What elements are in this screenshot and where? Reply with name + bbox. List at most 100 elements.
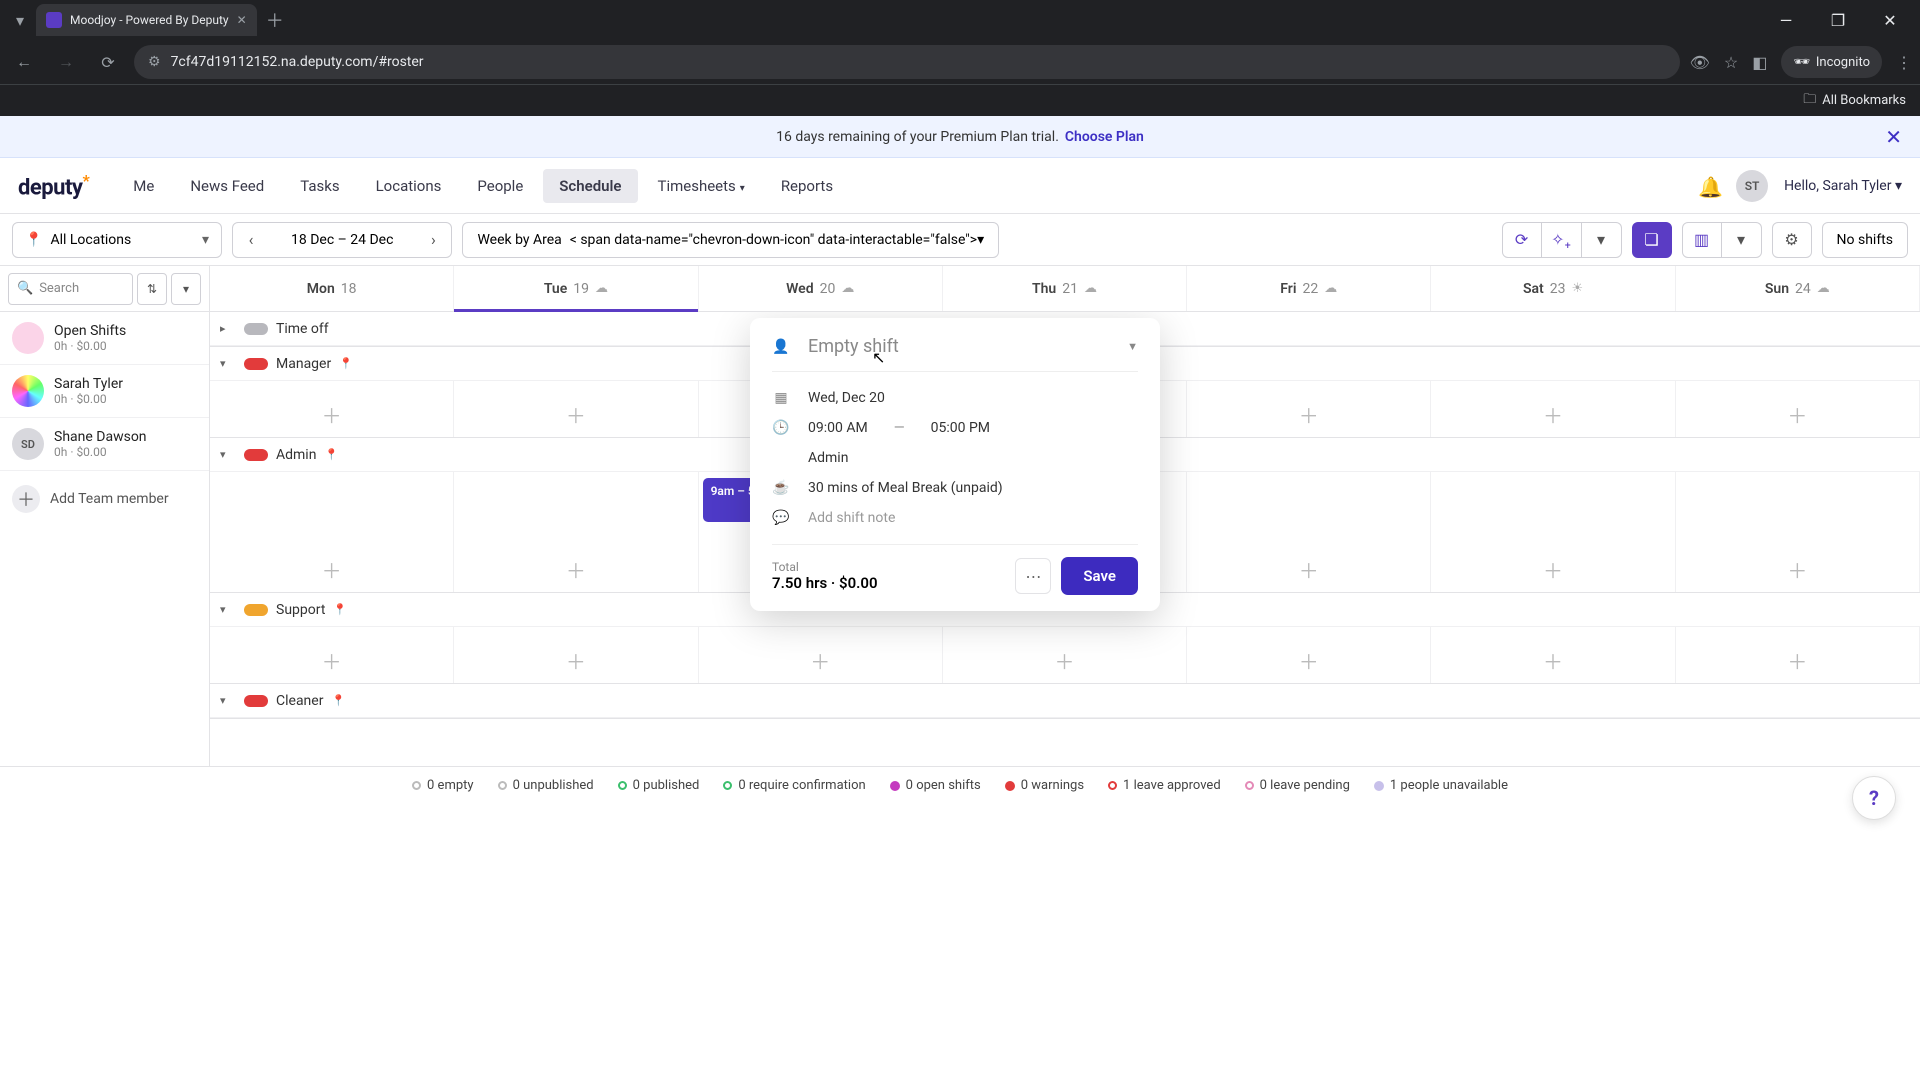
team-member-row[interactable]: Sarah Tyler0h · $0.00 bbox=[0, 365, 209, 418]
save-button[interactable]: Save bbox=[1061, 557, 1138, 595]
all-bookmarks-link[interactable]: 🗀 All Bookmarks bbox=[1803, 90, 1906, 112]
chevron-right-icon[interactable]: ▸ bbox=[220, 322, 236, 335]
shift-note-input[interactable]: Add shift note bbox=[808, 510, 1138, 526]
window-close-button[interactable]: ✕ bbox=[1868, 4, 1912, 36]
new-tab-button[interactable]: ＋ bbox=[261, 7, 289, 33]
date-range-label[interactable]: 18 Dec – 24 Dec bbox=[269, 232, 415, 248]
status-indicator[interactable]: 0 require confirmation bbox=[723, 778, 865, 793]
close-tab-icon[interactable]: ✕ bbox=[237, 13, 247, 27]
add-shift-button[interactable]: ＋ bbox=[1435, 642, 1670, 679]
add-shift-button[interactable]: ＋ bbox=[947, 642, 1182, 679]
shift-date-field[interactable]: Wed, Dec 20 bbox=[808, 390, 885, 406]
status-indicator[interactable]: 0 unpublished bbox=[498, 778, 594, 793]
schedule-cell[interactable]: ＋ bbox=[210, 627, 454, 683]
schedule-cell[interactable]: ＋ bbox=[1431, 627, 1675, 683]
schedule-cell[interactable]: ＋ bbox=[1676, 627, 1920, 683]
day-header-cell[interactable]: Mon18 bbox=[210, 266, 454, 311]
schedule-cell[interactable]: ＋ bbox=[454, 472, 698, 592]
chevron-down-icon[interactable]: ▾ bbox=[220, 448, 236, 461]
nav-item-reports[interactable]: Reports bbox=[765, 169, 849, 203]
chevron-down-icon[interactable]: ▾ bbox=[220, 694, 236, 707]
add-shift-button[interactable]: ＋ bbox=[214, 396, 449, 433]
publish-button[interactable]: No shifts bbox=[1822, 222, 1908, 258]
schedule-cell[interactable]: ＋ bbox=[454, 381, 698, 437]
tools-dropdown[interactable]: ▾ bbox=[1582, 222, 1622, 258]
window-minimize-button[interactable]: — bbox=[1764, 4, 1808, 36]
area-header[interactable]: ▾Cleaner📍 bbox=[210, 684, 1920, 718]
shift-end-time-field[interactable]: 05:00 PM bbox=[931, 420, 990, 436]
view-mode-selector[interactable]: Week by Area < span data-name="chevron-d… bbox=[462, 222, 999, 258]
day-header-cell[interactable]: Tue19☁ bbox=[454, 266, 698, 311]
stats-dropdown[interactable]: ▾ bbox=[1722, 222, 1762, 258]
next-week-button[interactable]: › bbox=[415, 222, 451, 258]
browser-menu-icon[interactable]: ⋮ bbox=[1896, 53, 1912, 72]
site-settings-icon[interactable]: ⚙ bbox=[148, 54, 161, 70]
status-indicator[interactable]: 0 open shifts bbox=[890, 778, 981, 793]
status-indicator[interactable]: 1 leave approved bbox=[1108, 778, 1221, 793]
tab-list-dropdown[interactable]: ▾ bbox=[8, 8, 32, 32]
add-shift-button[interactable]: ＋ bbox=[1680, 642, 1915, 679]
add-shift-button[interactable]: ＋ bbox=[1680, 551, 1915, 588]
schedule-cell[interactable]: ＋ bbox=[1676, 472, 1920, 592]
nav-item-locations[interactable]: Locations bbox=[360, 169, 458, 203]
add-shift-button[interactable]: ＋ bbox=[214, 642, 449, 679]
status-indicator[interactable]: 1 people unavailable bbox=[1374, 778, 1508, 793]
banner-close-icon[interactable]: ✕ bbox=[1885, 125, 1902, 149]
schedule-cell[interactable]: ＋ bbox=[699, 627, 943, 683]
shift-role-field[interactable]: Admin bbox=[808, 450, 848, 466]
user-greeting-dropdown[interactable]: Hello, Sarah Tyler ▾ bbox=[1784, 178, 1902, 194]
address-bar[interactable]: ⚙ 7cf47d19112152.na.deputy.com/#roster bbox=[134, 45, 1680, 79]
sort-dropdown[interactable]: ▾ bbox=[171, 273, 201, 305]
shift-break-field[interactable]: 30 mins of Meal Break (unpaid) bbox=[808, 480, 1003, 496]
add-team-member-button[interactable]: ＋ Add Team member bbox=[0, 471, 209, 527]
day-header-cell[interactable]: Sun24☁ bbox=[1676, 266, 1920, 311]
nav-item-schedule[interactable]: Schedule bbox=[543, 169, 637, 203]
nav-reload-button[interactable]: ⟳ bbox=[92, 46, 124, 78]
status-indicator[interactable]: 0 published bbox=[618, 778, 700, 793]
add-shift-button[interactable]: ＋ bbox=[703, 642, 938, 679]
bookmark-star-icon[interactable]: ☆ bbox=[1724, 53, 1738, 72]
schedule-cell[interactable]: ＋ bbox=[1431, 472, 1675, 592]
team-member-row[interactable]: Open Shifts0h · $0.00 bbox=[0, 312, 209, 365]
nav-item-timesheets[interactable]: Timesheets▾ bbox=[642, 169, 761, 203]
window-maximize-button[interactable]: ❐ bbox=[1816, 4, 1860, 36]
prev-week-button[interactable]: ‹ bbox=[233, 222, 269, 258]
day-header-cell[interactable]: Wed20☁ bbox=[699, 266, 943, 311]
eye-off-icon[interactable]: 👁 bbox=[1690, 53, 1710, 72]
add-shift-button[interactable]: ＋ bbox=[458, 642, 693, 679]
add-shift-button[interactable]: ＋ bbox=[1680, 396, 1915, 433]
search-input[interactable]: 🔍 Search bbox=[8, 273, 133, 305]
add-shift-button[interactable]: ＋ bbox=[214, 551, 449, 588]
stats-button[interactable]: ▥ bbox=[1682, 222, 1722, 258]
nav-item-people[interactable]: People bbox=[461, 169, 539, 203]
status-indicator[interactable]: 0 empty bbox=[412, 778, 474, 793]
schedule-cell[interactable]: ＋ bbox=[1187, 472, 1431, 592]
add-shift-button[interactable]: ＋ bbox=[458, 551, 693, 588]
user-avatar[interactable]: ST bbox=[1736, 170, 1768, 202]
chevron-down-icon[interactable]: ▾ bbox=[220, 603, 236, 616]
nav-back-button[interactable]: ← bbox=[8, 46, 40, 78]
add-shift-button[interactable]: ＋ bbox=[1191, 551, 1426, 588]
team-member-row[interactable]: SDShane Dawson0h · $0.00 bbox=[0, 418, 209, 471]
day-header-cell[interactable]: Sat23☀ bbox=[1431, 266, 1675, 311]
choose-plan-link[interactable]: Choose Plan bbox=[1065, 129, 1144, 145]
chevron-down-icon[interactable]: ▼ bbox=[1127, 340, 1138, 353]
refresh-button[interactable]: ⟳ bbox=[1502, 222, 1542, 258]
chevron-down-icon[interactable]: ▾ bbox=[220, 357, 236, 370]
add-shift-button[interactable]: ＋ bbox=[1191, 642, 1426, 679]
side-panel-icon[interactable]: ◧ bbox=[1752, 53, 1767, 72]
location-selector[interactable]: 📍 All Locations ▾ bbox=[12, 222, 222, 258]
schedule-cell[interactable]: ＋ bbox=[943, 627, 1187, 683]
status-indicator[interactable]: 0 warnings bbox=[1005, 778, 1084, 793]
add-shift-button[interactable]: ＋ bbox=[1435, 551, 1670, 588]
add-shift-button[interactable]: ＋ bbox=[1191, 396, 1426, 433]
day-header-cell[interactable]: Fri22☁ bbox=[1187, 266, 1431, 311]
schedule-cell[interactable]: ＋ bbox=[454, 627, 698, 683]
auto-fill-button[interactable]: ✧₊ bbox=[1542, 222, 1582, 258]
settings-button[interactable]: ⚙ bbox=[1772, 222, 1812, 258]
add-shift-button[interactable]: ＋ bbox=[458, 396, 693, 433]
shift-start-time-field[interactable]: 09:00 AM bbox=[808, 420, 868, 436]
schedule-cell[interactable]: ＋ bbox=[1187, 627, 1431, 683]
browser-tab[interactable]: Moodjoy - Powered By Deputy ✕ bbox=[36, 4, 257, 36]
schedule-cell[interactable]: ＋ bbox=[210, 472, 454, 592]
